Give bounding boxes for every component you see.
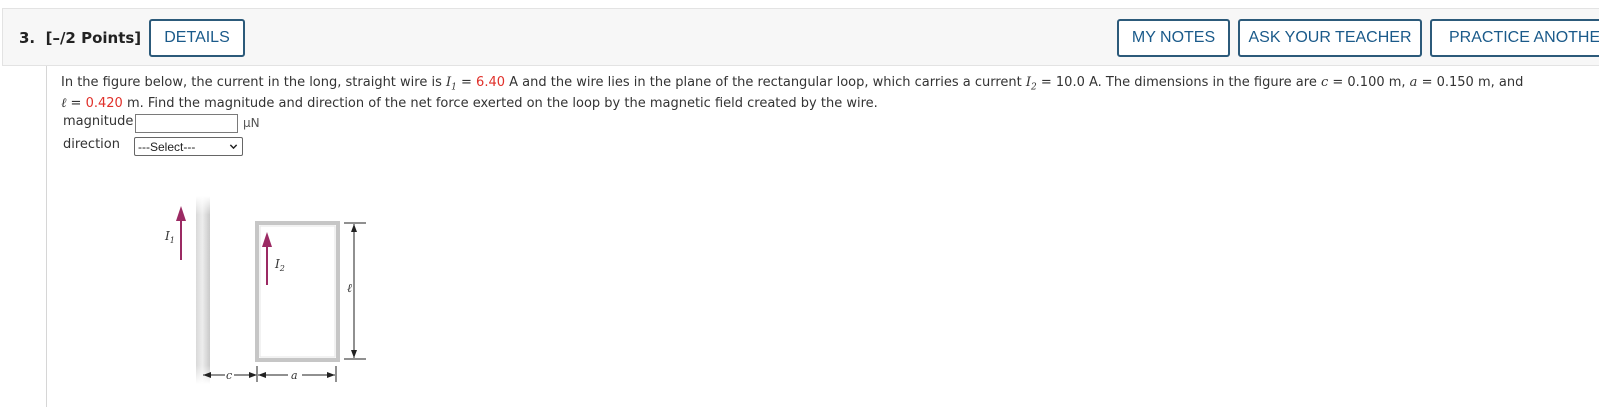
equals-sign: = (456, 75, 477, 90)
question-left-rule (46, 66, 47, 407)
question-text-part: m. Find the magnitude and direction of t… (122, 96, 878, 111)
question-text-part: In the figure below, the current in the … (61, 75, 446, 90)
figure-label-a: a (291, 369, 298, 382)
figure-label-i1: I1 (164, 229, 175, 245)
magnitude-unit: μN (243, 116, 260, 130)
current-i2-value: = 10.0 A. The dimensions in the figure a… (1036, 75, 1321, 90)
dimension-a-value: = 0.150 m, and (1417, 75, 1524, 90)
question-text: In the figure below, the current in the … (61, 72, 1591, 114)
figure-label-i2: I2 (274, 257, 285, 273)
dimension-l-value: 0.420 (85, 96, 123, 111)
question-header: 3. [–/2 Points] DETAILS MY NOTES ASK YOU… (2, 8, 1599, 66)
practice-another-button[interactable]: PRACTICE ANOTHER (1430, 19, 1599, 57)
ask-teacher-button[interactable]: ASK YOUR TEACHER (1238, 19, 1422, 57)
question-title: 3. [–/2 Points] (19, 29, 141, 47)
current-i1-arrow (176, 206, 186, 260)
direction-label: direction (63, 137, 120, 152)
current-i2-symbol: I2 (1025, 75, 1037, 93)
chevron-down-icon (229, 144, 238, 150)
direction-select[interactable]: ---Select--- (134, 137, 243, 156)
direction-selected-value: ---Select--- (138, 139, 196, 154)
loop-wire-figure: I1 I2 ℓ c a (164, 196, 366, 384)
current-i1-value: 6.40 (476, 75, 505, 90)
magnitude-label: magnitude (63, 114, 134, 129)
dimension-c-value: = 0.100 m, (1328, 75, 1410, 90)
current-i2-arrow (262, 232, 272, 285)
current-i1-symbol: I1 (446, 75, 457, 93)
magnitude-input[interactable] (135, 114, 238, 133)
equals-sign: = (66, 96, 86, 111)
question-points: [–/2 Points] (45, 29, 142, 47)
figure-label-c: c (226, 369, 232, 382)
question-text-part: A and the wire lies in the plane of the … (505, 75, 1026, 90)
my-notes-button[interactable]: MY NOTES (1117, 19, 1230, 57)
question-number: 3. (19, 29, 36, 47)
details-button[interactable]: DETAILS (149, 19, 245, 57)
figure-label-l: ℓ (347, 281, 352, 295)
